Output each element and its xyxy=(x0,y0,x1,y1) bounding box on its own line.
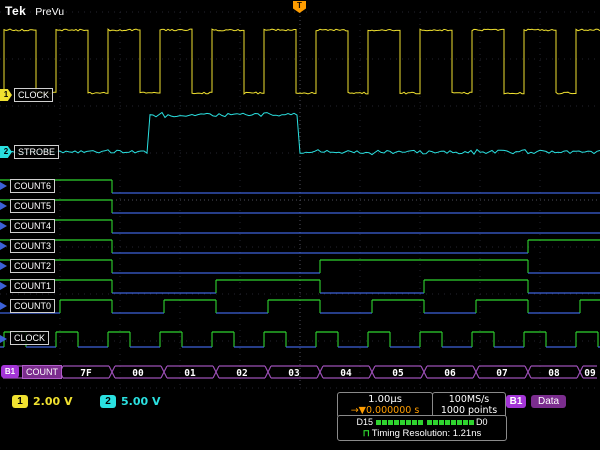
digital-label-count1[interactable]: COUNT1 xyxy=(10,279,55,293)
digital-label-count2[interactable]: COUNT2 xyxy=(10,259,55,273)
digital-indicator-square xyxy=(418,420,423,425)
digital-range-row: D15 D0 xyxy=(341,417,503,428)
digital-indicator-square xyxy=(457,420,462,425)
digital-indicator-square xyxy=(445,420,450,425)
digital-channels-box[interactable]: D15 D0 ⊓ Timing Resolution: 1.21ns xyxy=(337,415,507,441)
digital-indicator-square xyxy=(451,420,456,425)
timing-resolution-row: ⊓ Timing Resolution: 1.21ns xyxy=(341,428,503,439)
ch1-position-marker[interactable]: 1 xyxy=(0,89,12,101)
tek-logo: Tek PreVu xyxy=(5,2,64,20)
digital-indicator-square xyxy=(427,420,432,425)
ch2-scale: 5.00 V xyxy=(121,395,160,408)
digital-indicator-square xyxy=(400,420,405,425)
ch1-badge[interactable]: 1 xyxy=(12,395,28,408)
timing-resolution: Timing Resolution: 1.21ns xyxy=(372,428,481,439)
acquisition-mode: PreVu xyxy=(35,6,64,18)
digital-count1-marker[interactable] xyxy=(0,282,7,290)
digital-indicator-square xyxy=(469,420,474,425)
bus-type-chip: Data xyxy=(531,395,566,408)
timebase-readout: 1.00μs xyxy=(341,394,429,405)
digital-count5-marker[interactable] xyxy=(0,202,7,210)
digital-indicator-square xyxy=(406,420,411,425)
digital-label-count4[interactable]: COUNT4 xyxy=(10,219,55,233)
digital-label-count6[interactable]: COUNT6 xyxy=(10,179,55,193)
digital-count4-marker[interactable] xyxy=(0,222,7,230)
channel-labels-layer: 1 2 CLOCK STROBE COUNT6 COUNT5 COUNT4 COUNT3 COU… xyxy=(0,0,600,390)
ch2-badge[interactable]: 2 xyxy=(100,395,116,408)
ch1-readout[interactable]: 1 2.00 V xyxy=(12,395,72,408)
sample-rate: 100MS/s xyxy=(436,394,502,405)
digital-count3-marker[interactable] xyxy=(0,242,7,250)
bus-marker-badge[interactable]: B1 xyxy=(1,365,19,378)
digital-label-count3[interactable]: COUNT3 xyxy=(10,239,55,253)
digital-label-clock-d[interactable]: CLOCK xyxy=(10,331,49,345)
bus-label[interactable]: COUNT xyxy=(22,365,62,379)
logo-text: Tek xyxy=(5,4,26,18)
digital-indicator-square xyxy=(382,420,387,425)
digital-count6-marker[interactable] xyxy=(0,182,7,190)
digital-indicator-square xyxy=(388,420,393,425)
digital-range-high: D15 xyxy=(356,417,373,428)
digital-indicator-square xyxy=(439,420,444,425)
digital-label-count5[interactable]: COUNT5 xyxy=(10,199,55,213)
timing-waveform-icon: ⊓ xyxy=(363,428,370,439)
bus-readout[interactable]: B1 Data xyxy=(506,395,566,408)
ch2-position-marker[interactable]: 2 xyxy=(0,146,12,158)
digital-indicator-square xyxy=(412,420,417,425)
ch2-readout[interactable]: 2 5.00 V xyxy=(100,395,160,408)
digital-clock-marker[interactable] xyxy=(0,335,7,343)
digital-count2-marker[interactable] xyxy=(0,262,7,270)
digital-channel-indicators xyxy=(375,420,474,425)
ch1-scale: 2.00 V xyxy=(33,395,72,408)
digital-range-low: D0 xyxy=(476,417,488,428)
ch1-label[interactable]: CLOCK xyxy=(14,88,53,102)
digital-label-count0[interactable]: COUNT0 xyxy=(10,299,55,313)
digital-indicator-square xyxy=(463,420,468,425)
digital-indicator-square xyxy=(394,420,399,425)
digital-indicator-square xyxy=(433,420,438,425)
oscilloscope-screen: 7E7F00010203040506070809 12CLOCKSTROBECO… xyxy=(0,0,600,450)
digital-count0-marker[interactable] xyxy=(0,302,7,310)
ch2-label[interactable]: STROBE xyxy=(14,145,59,159)
bus-badge[interactable]: B1 xyxy=(506,395,526,408)
digital-indicator-square xyxy=(376,420,381,425)
